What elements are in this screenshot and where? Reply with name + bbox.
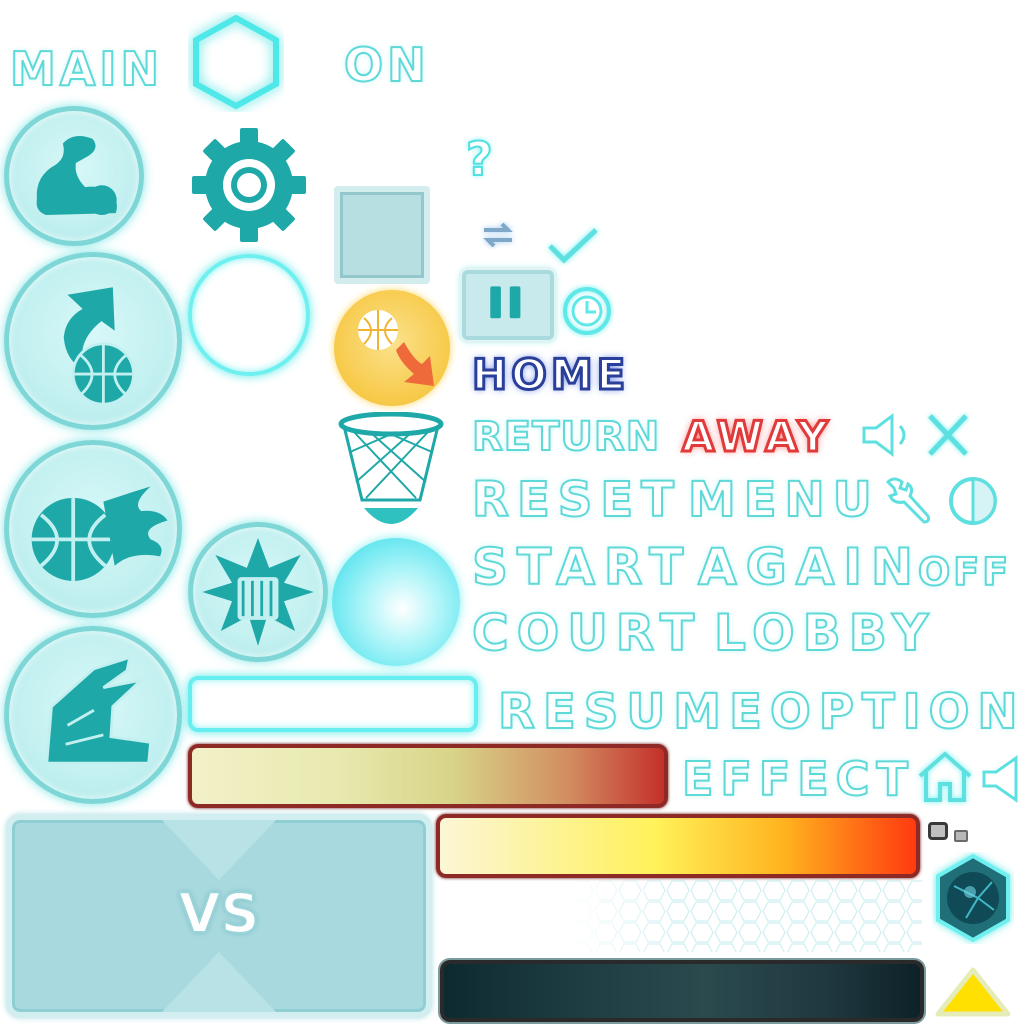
main-label: MAIN: [9, 41, 163, 97]
clock-icon[interactable]: [560, 284, 614, 338]
court-label[interactable]: COURT: [471, 603, 702, 663]
pause-button[interactable]: [462, 270, 554, 340]
effect-label[interactable]: EFFECT: [681, 751, 915, 807]
reset-label[interactable]: RESET: [471, 471, 682, 529]
speaker-icon[interactable]: [858, 410, 914, 460]
glow-orb-icon: [332, 538, 460, 666]
small-toggle-large[interactable]: [928, 822, 948, 840]
on-label[interactable]: ON: [343, 37, 430, 93]
away-label[interactable]: AWAY: [681, 411, 832, 463]
vs-label: VS: [178, 881, 261, 946]
home-icon[interactable]: [914, 748, 976, 806]
basketball-hoop-icon: [338, 412, 444, 524]
small-toggle-small[interactable]: [954, 830, 968, 842]
fire-basketball-icon: [31, 486, 168, 581]
wrench-icon[interactable]: [880, 472, 938, 528]
hex-pattern-decoration: [570, 880, 922, 952]
fist-burst-button[interactable]: [188, 522, 328, 662]
glow-button-frame[interactable]: [188, 676, 478, 732]
home-label[interactable]: HOME: [470, 349, 629, 401]
triangle-up-icon[interactable]: [932, 964, 1014, 1020]
power-bar-fire: [436, 814, 920, 878]
dark-bar: [440, 960, 924, 1022]
check-icon[interactable]: [544, 224, 602, 266]
resume-label[interactable]: RESUME: [497, 683, 770, 741]
vs-panel[interactable]: VS: [6, 814, 432, 1018]
fire-ball-button[interactable]: [4, 440, 182, 618]
ring-frame-icon: [188, 254, 310, 376]
basketball-drop-icon: [358, 310, 434, 386]
option-label[interactable]: OPTION: [769, 683, 1024, 741]
flex-arm-button[interactable]: [4, 106, 144, 246]
fist-burst-icon: [202, 538, 314, 646]
flex-arm-icon: [36, 136, 117, 215]
basketball-drop-button[interactable]: [334, 290, 450, 406]
shoot-basketball-icon: [63, 287, 135, 406]
swap-icon[interactable]: [478, 220, 518, 250]
effect-bar-mottled: [188, 744, 668, 808]
close-icon[interactable]: [922, 410, 974, 460]
block-button[interactable]: [4, 626, 182, 804]
shoot-button[interactable]: [4, 252, 182, 430]
return-label[interactable]: RETURN: [471, 413, 660, 461]
hexagon-frame-icon: [193, 14, 279, 110]
gem-orb-icon[interactable]: [932, 852, 1014, 944]
lobby-label[interactable]: LOBBY: [713, 603, 936, 663]
gear-icon[interactable]: [188, 124, 310, 246]
start-label[interactable]: START: [471, 537, 692, 597]
square-button[interactable]: [334, 186, 430, 284]
menu-label[interactable]: MENU: [687, 471, 880, 529]
off-label[interactable]: OFF: [917, 549, 1011, 595]
again-label[interactable]: AGAIN: [697, 537, 922, 597]
help-icon[interactable]: ?: [465, 131, 494, 187]
contrast-icon[interactable]: [944, 472, 1002, 530]
hand-block-icon: [45, 655, 153, 765]
pause-icon: [490, 286, 521, 319]
speaker-off-icon[interactable]: [980, 752, 1022, 806]
